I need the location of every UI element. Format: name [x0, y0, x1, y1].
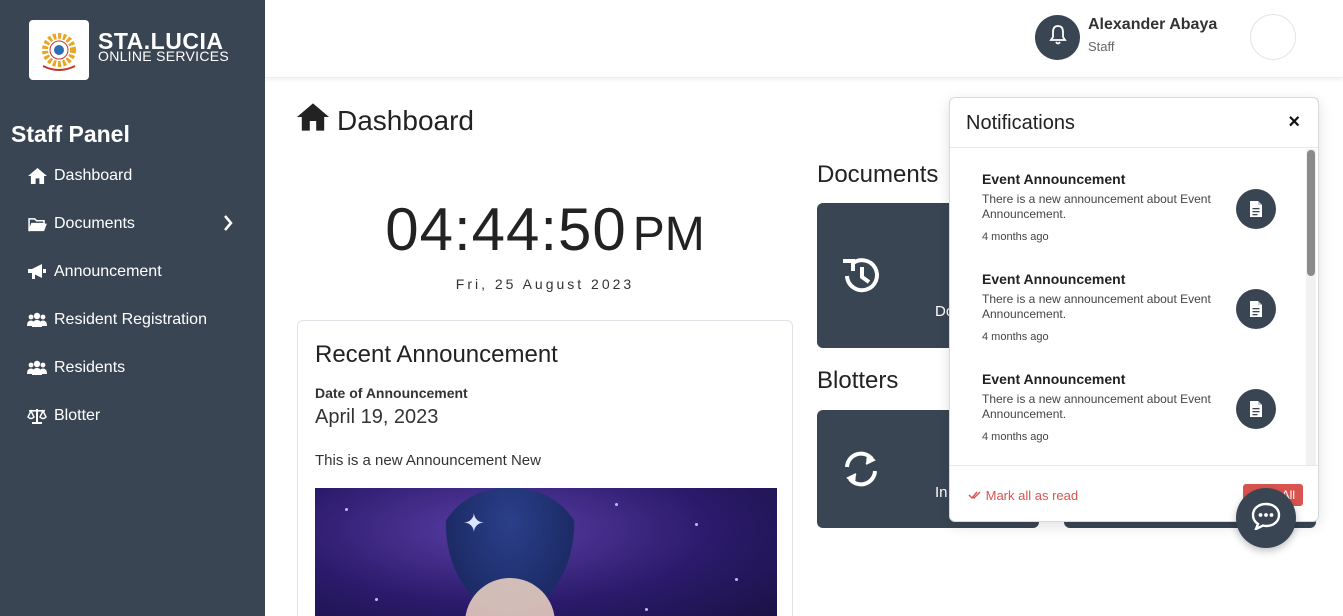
notifications-header: Notifications × — [950, 98, 1318, 148]
blotters-section-title: Blotters — [817, 367, 899, 394]
sidebar-item-label: Documents — [54, 215, 135, 232]
page-title-text: Dashboard — [337, 104, 474, 136]
scrollbar-thumb[interactable] — [1307, 150, 1315, 276]
documents-section-title: Documents — [817, 161, 939, 188]
sidebar-item-label: Residents — [54, 359, 126, 376]
document-icon — [1236, 389, 1276, 429]
top-header: Alexander Abaya Staff — [265, 0, 1343, 78]
notification-item[interactable]: Event Announcement There is a new announ… — [982, 149, 1282, 249]
users-icon — [27, 359, 47, 377]
recent-announcement-card: Recent Announcement Date of Announcement… — [297, 320, 793, 616]
document-icon — [1236, 289, 1276, 329]
scale-icon — [27, 407, 47, 425]
sidebar-item-label: Blotter — [54, 407, 101, 424]
notification-text: There is a new announcement about Event … — [982, 392, 1211, 421]
sync-icon — [841, 450, 881, 493]
notifications-title: Notifications — [966, 112, 1075, 134]
notification-time: 4 months ago — [982, 231, 1049, 243]
notification-title: Event Announcement — [982, 371, 1126, 387]
announcement-text: This is a new Announcement New — [315, 452, 541, 469]
history-icon — [839, 255, 883, 302]
notification-text: There is a new announcement about Event … — [982, 192, 1211, 221]
sidebar-item-resident-registration[interactable]: Resident Registration — [0, 296, 265, 344]
announcement-date-label: Date of Announcement — [315, 385, 468, 401]
announcement-image: ✦ — [315, 488, 777, 616]
mark-all-read-label: Mark all as read — [985, 488, 1079, 503]
sidebar-item-label: Announcement — [54, 263, 162, 280]
notification-text: There is a new announcement about Event … — [982, 292, 1211, 321]
current-date: Fri, 25 August 2023 — [455, 276, 635, 292]
sidebar-item-label: Dashboard — [54, 167, 133, 184]
home-icon — [297, 103, 337, 138]
users-icon — [27, 311, 47, 329]
notification-item[interactable]: Event Announcement There is a new announ… — [982, 249, 1282, 349]
notifications-panel: Notifications × Event Announcement There… — [949, 97, 1319, 522]
check-double-icon — [968, 488, 986, 503]
user-role: Staff — [1088, 39, 1115, 54]
clock-time: 04:44:50 — [385, 196, 627, 263]
sidebar-item-announcement[interactable]: Announcement — [0, 248, 265, 296]
announcement-date: April 19, 2023 — [315, 406, 439, 428]
home-icon — [27, 167, 47, 185]
bell-icon — [1048, 25, 1067, 50]
sidebar-nav: Dashboard Documents Announcement Residen… — [0, 152, 265, 440]
sidebar-item-documents[interactable]: Documents — [0, 200, 265, 248]
document-icon — [1236, 189, 1276, 229]
blotters-card-label: In — [935, 484, 948, 501]
user-name: Alexander Abaya — [1088, 16, 1218, 33]
notifications-button[interactable] — [1035, 15, 1080, 60]
notification-title: Event Announcement — [982, 171, 1126, 187]
notifications-list: Event Announcement There is a new announ… — [950, 149, 1318, 465]
sidebar-item-label: Resident Registration — [54, 311, 207, 328]
bullhorn-icon — [27, 263, 47, 281]
notification-time: 4 months ago — [982, 431, 1049, 443]
mark-all-read-button[interactable]: Mark all as read — [968, 488, 1078, 503]
sidebar: STA.LUCIA ONLINE SERVICES Staff Panel Da… — [0, 0, 265, 616]
digital-clock: 04:44:50 PM — [297, 195, 793, 264]
clock-ampm: PM — [632, 208, 705, 261]
folder-open-icon — [27, 215, 47, 233]
card-title: Recent Announcement — [315, 341, 558, 368]
sidebar-item-residents[interactable]: Residents — [0, 344, 265, 392]
chevron-right-icon[interactable] — [223, 215, 233, 236]
panel-title: Staff Panel — [11, 121, 130, 147]
sidebar-item-blotter[interactable]: Blotter — [0, 392, 265, 440]
chat-button[interactable] — [1236, 488, 1296, 548]
notification-time: 4 months ago — [982, 331, 1049, 343]
brand-subtitle: ONLINE SERVICES — [98, 48, 230, 64]
page-title: Dashboard — [297, 103, 474, 138]
notification-title: Event Announcement — [982, 271, 1126, 287]
brand-logo[interactable] — [29, 20, 89, 80]
notification-item[interactable]: Event Announcement There is a new announ… — [982, 349, 1282, 449]
close-icon[interactable]: × — [1288, 111, 1300, 134]
avatar[interactable] — [1250, 14, 1296, 60]
sidebar-item-dashboard[interactable]: Dashboard — [0, 152, 265, 200]
chat-bubble-icon — [1251, 502, 1281, 535]
